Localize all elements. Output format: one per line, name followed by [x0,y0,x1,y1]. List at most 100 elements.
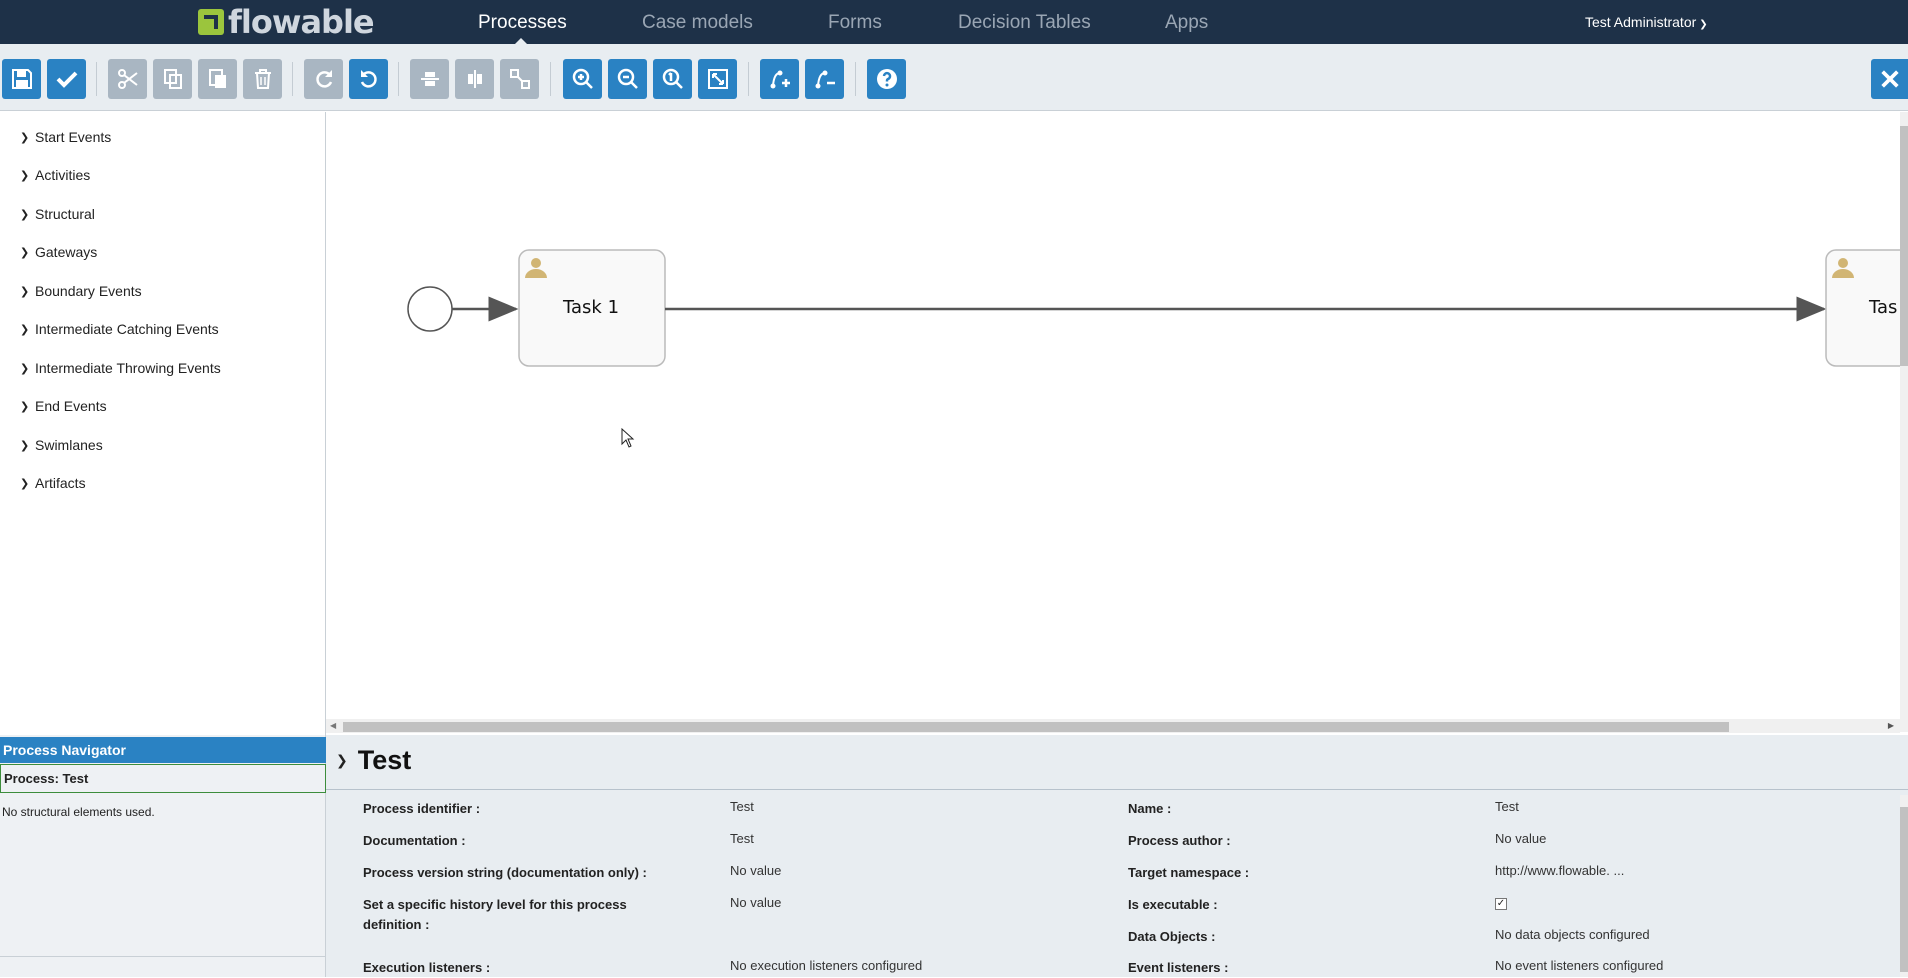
delete-button[interactable] [243,59,282,99]
prop-value-name[interactable]: Test [1495,797,1519,817]
nav-forms[interactable]: Forms [828,12,882,34]
prop-label-data-objects: Data Objects : [1128,929,1216,944]
chevron-right-icon: ❯ [20,131,30,144]
check-icon [56,71,77,88]
user-menu[interactable]: Test Administrator ❯ [1585,14,1708,30]
canvas-vertical-scrollbar[interactable] [1900,112,1908,732]
top-navbar: flowable Processes Case models Forms Dec… [0,0,1908,45]
validate-button[interactable] [47,59,86,99]
navigator-process-item[interactable]: Process: Test [0,764,326,793]
prop-value-event-listeners[interactable]: No event listeners configured [1495,956,1663,976]
chevron-right-icon: ❯ [20,169,30,182]
close-editor-button[interactable] [1871,59,1908,99]
prop-value-target-namespace[interactable]: http://www.flowable. ... [1495,861,1624,881]
palette-group-boundary-events[interactable]: ❯ Boundary Events [20,283,142,299]
palette-group-swimlanes[interactable]: ❯ Swimlanes [20,437,103,453]
start-event[interactable] [407,286,453,332]
zoom-fit-button[interactable] [698,59,737,99]
diagram-canvas[interactable]: Task 1 Tas [326,112,1900,721]
user-name: Test Administrator [1585,14,1697,30]
task-2-label: Tas [1869,297,1898,318]
properties-scrollbar[interactable] [1900,795,1908,977]
prop-value-execution-listeners[interactable]: No execution listeners configured [730,956,922,976]
flowable-logo[interactable]: flowable [198,3,375,41]
zoom-fit-icon [707,69,728,89]
save-icon [11,69,32,89]
cut-button[interactable] [108,59,147,99]
align-horizontal-icon [420,72,439,86]
copy-button[interactable] [153,59,192,99]
task-1-label: Task 1 [563,297,620,318]
align-vertical-icon [467,70,482,88]
add-bendpoint-icon [770,70,790,89]
prop-value-version-string[interactable]: No value [730,861,781,881]
zoom-actual-button[interactable] [653,59,692,99]
same-size-icon [509,69,530,89]
add-bendpoint-button[interactable] [760,59,799,99]
prop-value-history-level[interactable]: No value [730,893,781,913]
palette-group-intermediate-throwing-events[interactable]: ❯ Intermediate Throwing Events [20,360,221,376]
delete-icon [254,69,271,89]
prop-label-process-author: Process author : [1128,833,1231,848]
horizontal-scroll-thumb[interactable] [343,722,1729,732]
palette-group-artifacts[interactable]: ❯ Artifacts [20,475,86,491]
chevron-right-icon: ❯ [20,439,30,452]
close-icon [1880,70,1899,88]
zoom-in-button[interactable] [563,59,602,99]
prop-value-documentation[interactable]: Test [730,829,754,849]
zoom-out-button[interactable] [608,59,647,99]
scroll-right-icon[interactable]: ▶ [1888,721,1894,730]
shape-palette: ❯ Start Events ❯ Activities ❯ Structural ❯ G… [0,112,326,735]
diagram-svg [407,249,1900,367]
prop-label-event-listeners: Event listeners : [1128,960,1229,975]
palette-group-gateways[interactable]: ❯ Gateways [20,244,97,260]
align-vertical-button[interactable] [455,59,494,99]
chevron-right-icon: ❯ [20,285,30,298]
zoom-in-icon [572,68,593,89]
nav-decision-tables[interactable]: Decision Tables [958,12,1091,34]
chevron-down-icon: ❯ [336,752,348,768]
prop-label-target-namespace: Target namespace : [1128,865,1250,880]
prop-label-version-string: Process version string (documentation on… [363,865,647,880]
mouse-cursor-icon [621,428,635,448]
prop-value-data-objects[interactable]: No data objects configured [1495,925,1650,945]
cut-icon [117,69,138,89]
paste-button[interactable] [198,59,237,99]
chevron-right-icon: ❯ [20,362,30,375]
prop-label-is-executable: Is executable : [1128,897,1218,912]
prop-value-process-author[interactable]: No value [1495,829,1546,849]
palette-group-start-events[interactable]: ❯ Start Events [20,129,111,145]
nav-processes[interactable]: Processes [478,12,567,34]
palette-group-activities[interactable]: ❯ Activities [20,167,90,183]
is-executable-checkbox[interactable]: ✓ [1495,898,1507,910]
prop-label-name: Name : [1128,801,1172,816]
align-horizontal-button[interactable] [410,59,449,99]
chevron-right-icon: ❯ [20,323,30,336]
nav-case-models[interactable]: Case models [642,12,753,34]
nav-apps[interactable]: Apps [1165,12,1208,34]
help-button[interactable] [867,59,906,99]
properties-title: Test [357,745,412,775]
editor-toolbar [0,44,1908,111]
remove-bendpoint-button[interactable] [805,59,844,99]
help-icon [876,69,897,89]
save-button[interactable] [2,59,41,99]
undo-button[interactable] [349,59,388,99]
prop-value-process-identifier[interactable]: Test [730,797,754,817]
prop-label-process-identifier: Process identifier : [363,801,481,816]
remove-bendpoint-icon [815,70,835,89]
logo-text: flowable [228,3,375,41]
canvas-horizontal-scrollbar[interactable]: ◀ ▶ [326,719,1900,733]
chevron-right-icon: ❯ [20,208,30,221]
properties-panel: ❯ Test Process identifier : Test Documen… [326,735,1908,977]
palette-group-end-events[interactable]: ❯ End Events [20,398,107,414]
redo-button[interactable] [304,59,343,99]
zoom-out-icon [617,68,638,89]
palette-group-intermediate-catching-events[interactable]: ❯ Intermediate Catching Events [20,321,219,337]
palette-group-structural[interactable]: ❯ Structural [20,206,95,222]
prop-label-history-level: Set a specific history level for this pr… [363,897,627,932]
scroll-left-icon[interactable]: ◀ [330,721,336,730]
properties-header[interactable]: ❯ Test [336,745,411,776]
undo-icon [360,70,377,88]
same-size-button[interactable] [500,59,539,99]
